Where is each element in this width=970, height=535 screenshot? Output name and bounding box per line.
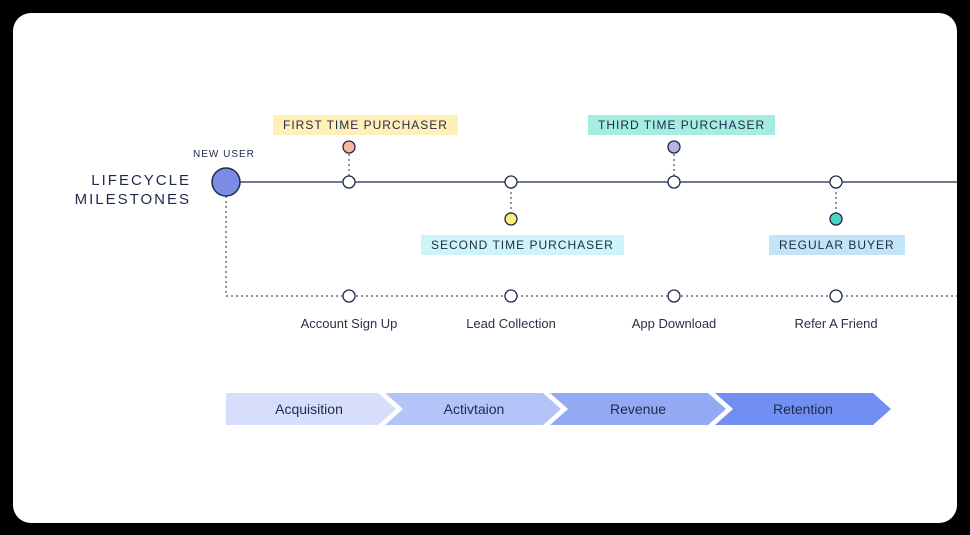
new-user-node — [212, 168, 240, 196]
account-sign-up-node — [343, 290, 355, 302]
title-line-1: LIFECYCLE — [91, 172, 191, 189]
regular-buyer-tag: REGULAR BUYER — [769, 235, 905, 255]
funnel-label-activation: Activtaion — [444, 401, 505, 417]
diagram-card: LIFECYCLE MILESTONES NEW USER FIRST TIME… — [13, 13, 957, 523]
second-time-purchaser-tag: SECOND TIME PURCHASER — [421, 235, 624, 255]
refer-a-friend-node — [830, 290, 842, 302]
third-time-purchaser-node — [668, 141, 680, 153]
lead-collection-label: Lead Collection — [466, 316, 556, 331]
app-download-label: App Download — [632, 316, 717, 331]
refer-a-friend-label: Refer A Friend — [794, 316, 877, 331]
funnel-label-retention: Retention — [773, 401, 833, 417]
regular-buyer-node — [830, 213, 842, 225]
diagram-svg — [13, 13, 957, 523]
account-sign-up-label: Account Sign Up — [301, 316, 398, 331]
title-line-2: MILESTONES — [75, 191, 191, 208]
second-time-purchaser-node — [505, 213, 517, 225]
first-time-purchaser-tag: FIRST TIME PURCHASER — [273, 115, 458, 135]
first-time-purchaser-node — [343, 141, 355, 153]
new-user-label: NEW USER — [193, 149, 255, 160]
third-time-purchaser-tag: THIRD TIME PURCHASER — [588, 115, 775, 135]
diagram-title: LIFECYCLE MILESTONES — [71, 171, 191, 210]
lead-collection-node — [505, 290, 517, 302]
funnel-label-acquisition: Acquisition — [275, 401, 343, 417]
app-download-node — [668, 290, 680, 302]
funnel-label-revenue: Revenue — [610, 401, 666, 417]
